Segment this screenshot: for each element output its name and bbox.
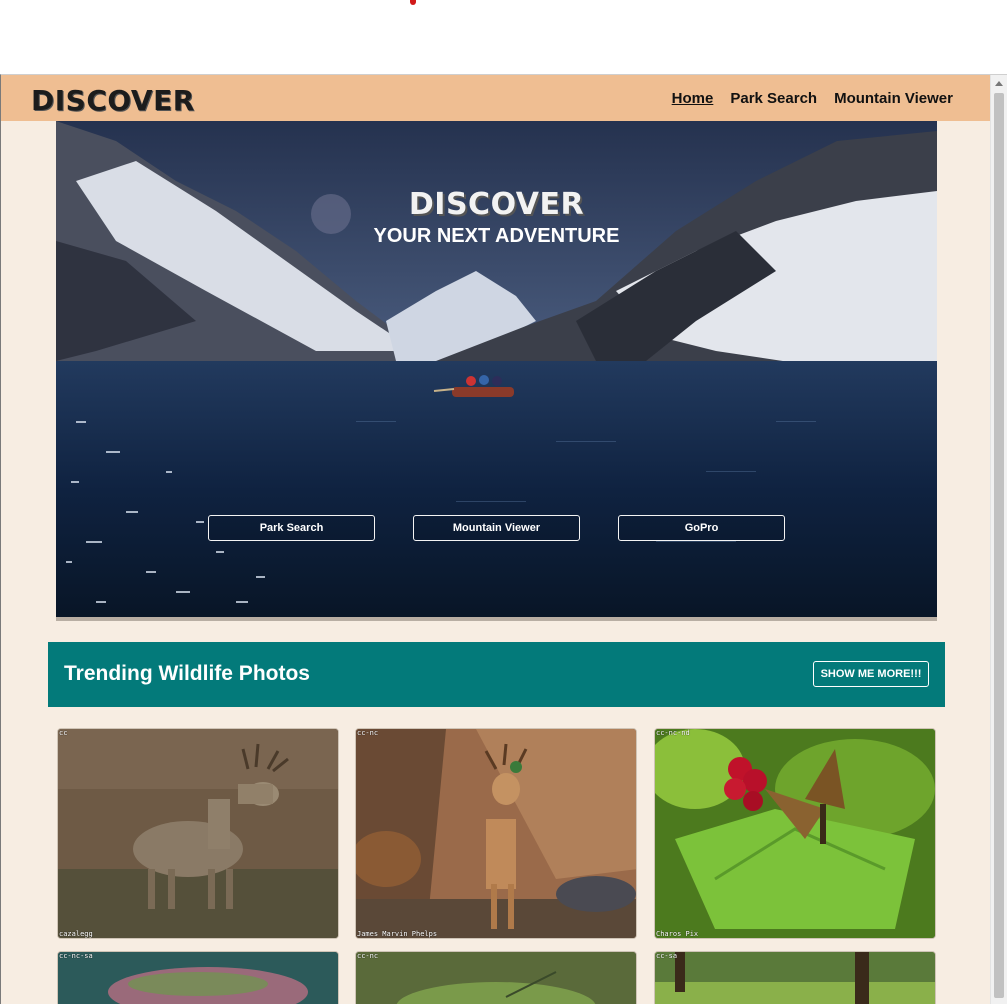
- photo-license: cc-sa: [656, 952, 678, 960]
- wildlife-photo-reef[interactable]: cc-nc-sa: [57, 951, 339, 1004]
- hero-gopro-button[interactable]: GoPro: [618, 515, 785, 541]
- photo-credit: James Marvin Phelps: [357, 930, 438, 938]
- hero-banner: DISCOVER YOUR NEXT ADVENTURE Park Search…: [56, 121, 937, 621]
- deer-eating-image: [356, 729, 636, 938]
- nav-links: Home Park Search Mountain Viewer: [672, 90, 953, 107]
- hero-subtitle: YOUR NEXT ADVENTURE: [373, 225, 620, 247]
- photo-license: cc-nc: [357, 729, 379, 737]
- site-logo[interactable]: DISCOVER: [31, 84, 195, 117]
- wildlife-photo-park[interactable]: cc-sa: [654, 951, 936, 1004]
- browser-indicator-dot: [410, 0, 416, 5]
- photo-credit: cazalegg: [59, 930, 93, 938]
- trending-title: Trending Wildlife Photos: [64, 662, 310, 685]
- reef-image: [58, 952, 338, 1004]
- deer-image: [58, 729, 338, 938]
- photo-license: cc-nc-sa: [59, 952, 93, 960]
- nav-link-home[interactable]: Home: [672, 90, 714, 107]
- show-more-button[interactable]: SHOW ME MORE!!!: [813, 661, 929, 687]
- browser-viewport: DISCOVER Home Park Search Mountain Viewe…: [0, 74, 1007, 1004]
- scroll-up-arrow-icon[interactable]: [995, 81, 1003, 86]
- hero-title: DISCOVER: [408, 187, 585, 222]
- hero-mountain-viewer-button[interactable]: Mountain Viewer: [413, 515, 580, 541]
- wildlife-photo-deer-moor[interactable]: cc cazalegg: [57, 728, 339, 939]
- hero-park-search-button[interactable]: Park Search: [208, 515, 375, 541]
- photo-credit: Charos Pix: [656, 930, 699, 938]
- wildlife-photo-insect[interactable]: cc-nc: [355, 951, 637, 1004]
- photo-license: cc-nc-nd: [656, 729, 690, 737]
- photo-license: cc: [59, 729, 68, 737]
- scrollbar-thumb[interactable]: [994, 93, 1004, 998]
- insect-image: [356, 952, 636, 1004]
- park-image: [655, 952, 935, 1004]
- vertical-scrollbar[interactable]: [990, 75, 1007, 1004]
- nav-link-park-search[interactable]: Park Search: [730, 90, 817, 107]
- trending-header: Trending Wildlife Photos SHOW ME MORE!!!: [48, 642, 945, 707]
- photo-license: cc-nc: [357, 952, 379, 960]
- wildlife-photo-butterfly[interactable]: cc-nc-nd Charos Pix: [654, 728, 936, 939]
- butterfly-image: [655, 729, 935, 938]
- wildlife-photo-deer-tree[interactable]: cc-nc James Marvin Phelps: [355, 728, 637, 939]
- nav-link-mountain-viewer[interactable]: Mountain Viewer: [834, 90, 953, 107]
- navbar: DISCOVER Home Park Search Mountain Viewe…: [1, 75, 991, 121]
